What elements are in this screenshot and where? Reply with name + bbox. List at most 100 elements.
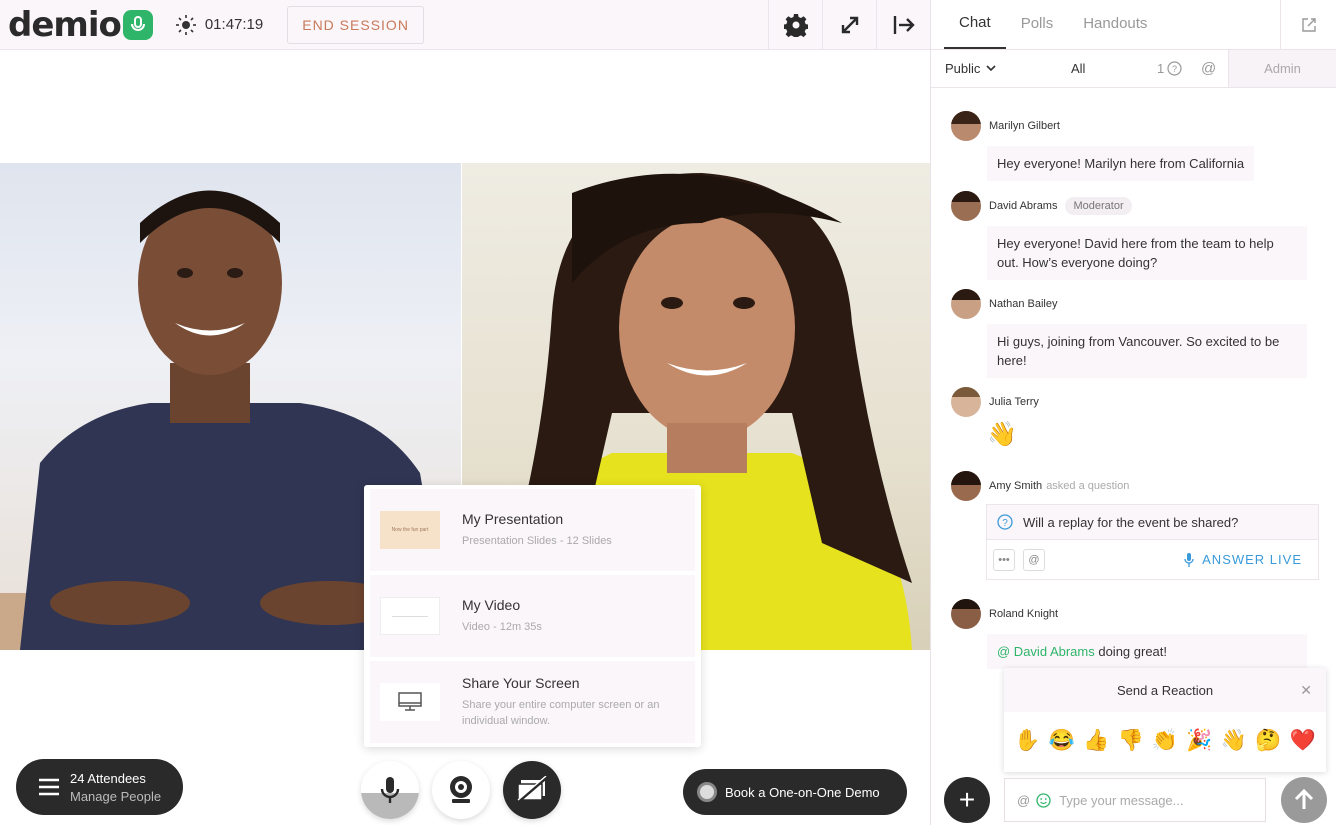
mention-link[interactable]: @ David Abrams: [997, 644, 1095, 659]
media-item-presentation[interactable]: Now the fun part My Presentation Present…: [370, 489, 695, 571]
message-input[interactable]: @ Type your message...: [1004, 778, 1266, 822]
logo: demio: [8, 5, 153, 45]
demio-app: demio 01:47:19 END SESSION Now the fun p…: [0, 0, 1336, 825]
reaction-raise-hand[interactable]: ✋: [1014, 729, 1040, 753]
send-button[interactable]: [1281, 777, 1327, 823]
tab-polls[interactable]: Polls: [1006, 15, 1069, 49]
manage-people-label: Manage People: [70, 788, 162, 804]
message-placeholder: Type your message...: [1059, 792, 1184, 808]
avatar: [951, 289, 981, 319]
sender-name: David Abrams: [989, 200, 1058, 212]
smiley-icon[interactable]: [1036, 792, 1051, 808]
message-rest: doing great!: [1094, 644, 1168, 659]
chat-panel: Chat Polls Handouts Public All 1 ? @ Adm…: [930, 0, 1336, 825]
mention-at-icon[interactable]: @: [1023, 548, 1045, 571]
video-stage: Now the fun part My Presentation Present…: [0, 51, 930, 825]
message-text: Hey everyone! Marilyn here from Californ…: [987, 146, 1255, 181]
reaction-heart[interactable]: ❤️: [1290, 729, 1316, 753]
logo-text: demio: [8, 4, 122, 45]
media-subtitle: Presentation Slides - 12 Slides: [462, 535, 612, 547]
reaction-popup: Send a Reaction ✕ ✋ 😂 👍 👎 👏 🎉 👋 🤔 ❤️: [1004, 668, 1326, 772]
hamburger-menu-icon: [39, 778, 59, 796]
session-timer: 01:47:19: [175, 14, 263, 36]
reaction-party[interactable]: 🎉: [1186, 729, 1212, 753]
close-icon[interactable]: ✕: [1300, 682, 1312, 699]
timer-value: 01:47:19: [204, 16, 264, 33]
share-screen-off-icon: [517, 776, 547, 804]
question-card: ? Will a replay for the event be shared?…: [986, 504, 1319, 580]
question-text: Will a replay for the event be shared?: [1023, 514, 1239, 530]
sender-name: Nathan Bailey: [989, 298, 1058, 310]
question-circle-icon: ?: [997, 514, 1013, 530]
arrow-up-icon: [1294, 789, 1314, 809]
filter-admin[interactable]: Admin: [1228, 50, 1336, 87]
book-demo-label: Book a One-on-One Demo: [725, 784, 880, 800]
tab-handouts[interactable]: Handouts: [1068, 15, 1162, 49]
settings-gear-icon[interactable]: [768, 0, 822, 50]
sender-name: Amy Smith: [989, 480, 1043, 492]
question-count: 1: [1157, 61, 1165, 76]
microphone-icon: [1184, 552, 1194, 567]
live-indicator-icon: [175, 14, 196, 35]
audience-dropdown[interactable]: Public: [945, 61, 996, 76]
book-demo-button[interactable]: Book a One-on-One Demo: [683, 769, 907, 815]
avatar: [951, 387, 981, 417]
avatar: [951, 111, 981, 141]
chat-question: Amy Smith asked a question ? Will a repl…: [951, 470, 1319, 580]
reaction-wave[interactable]: 👋: [1221, 729, 1247, 753]
camera-toggle[interactable]: [432, 761, 490, 819]
chat-message: Nathan Bailey Hi guys, joining from Vanc…: [951, 288, 1307, 378]
audience-value: Public: [945, 61, 981, 76]
reaction-thumbs-down[interactable]: 👎: [1117, 729, 1143, 753]
avatar: [951, 471, 981, 501]
reaction-title: Send a Reaction: [1116, 682, 1214, 698]
media-title: My Video: [462, 597, 521, 613]
share-media-toggle[interactable]: [503, 761, 561, 819]
panel-tabs: Chat Polls Handouts: [931, 0, 1336, 50]
filter-all[interactable]: All: [1071, 61, 1085, 76]
media-share-menu: Now the fun part My Presentation Present…: [364, 485, 701, 747]
mention-at-icon[interactable]: @: [1017, 793, 1030, 808]
add-attachment-button[interactable]: +: [944, 777, 990, 823]
media-subtitle: Share your entire computer screen or an …: [462, 699, 660, 727]
filter-mentions[interactable]: @: [1201, 60, 1216, 77]
media-title: Share Your Screen: [462, 675, 580, 691]
top-bar: demio 01:47:19 END SESSION: [0, 0, 930, 50]
chat-message: David Abrams Moderator Hey everyone! Dav…: [951, 190, 1307, 280]
sender-name: Marilyn Gilbert: [989, 120, 1060, 132]
chat-message: Marilyn Gilbert Hey everyone! Marilyn he…: [951, 110, 1255, 181]
presentation-thumbnail: Now the fun part: [380, 511, 440, 549]
microphone-icon: [380, 777, 400, 803]
attendee-count: 24 Attendees: [70, 770, 146, 786]
monitor-icon: [380, 683, 440, 721]
chat-message: Julia Terry 👋: [951, 386, 1039, 449]
reaction-emoji-row: ✋ 😂 👍 👎 👏 🎉 👋 🤔 ❤️: [1004, 712, 1326, 770]
media-item-video[interactable]: My Video Video - 12m 35s: [370, 575, 695, 657]
sender-name: Roland Knight: [989, 608, 1059, 620]
popout-icon[interactable]: [1280, 0, 1336, 50]
reaction-thumbs-up[interactable]: 👍: [1083, 729, 1109, 753]
reaction-laugh[interactable]: 😂: [1049, 729, 1075, 753]
end-session-button[interactable]: END SESSION: [287, 5, 424, 44]
tab-chat[interactable]: Chat: [944, 14, 1006, 49]
chat-message: Roland Knight @ David Abrams doing great…: [951, 598, 1307, 669]
wave-emoji: 👋: [987, 421, 1017, 448]
mic-logo-icon: [122, 9, 153, 40]
avatar: [951, 191, 981, 221]
answer-live-button[interactable]: ANSWER LIVE: [1184, 552, 1302, 568]
chevron-down-icon: [986, 65, 996, 72]
fullscreen-expand-icon[interactable]: [822, 0, 876, 50]
reaction-thinking[interactable]: 🤔: [1255, 729, 1281, 753]
chat-filters: Public All 1 ? @ Admin: [931, 50, 1336, 88]
filter-questions[interactable]: 1 ?: [1157, 61, 1182, 76]
record-icon: [697, 782, 717, 802]
message-text: @ David Abrams doing great!: [987, 634, 1307, 669]
media-subtitle: Video - 12m 35s: [462, 621, 542, 633]
media-item-share-screen[interactable]: Share Your Screen Share your entire comp…: [370, 661, 695, 743]
microphone-toggle[interactable]: [361, 761, 419, 819]
exit-arrow-icon[interactable]: [876, 0, 930, 50]
svg-text:?: ?: [1002, 518, 1008, 529]
more-options-icon[interactable]: •••: [993, 548, 1015, 571]
attendees-button[interactable]: 24 Attendees Manage People: [16, 759, 183, 815]
reaction-clap[interactable]: 👏: [1152, 729, 1178, 753]
